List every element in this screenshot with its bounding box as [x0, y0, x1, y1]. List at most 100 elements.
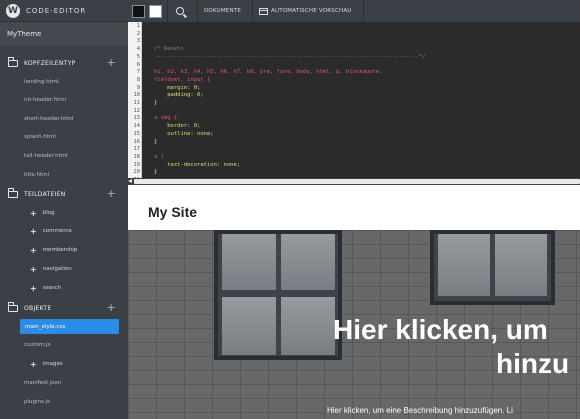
- sidebar: W CODE-EDITOR MyTheme KOPFZEILENTYP + la…: [0, 0, 128, 419]
- line-number: 5: [136, 53, 140, 60]
- hero-title-line-1[interactable]: Hier klicken, um: [333, 314, 580, 346]
- app-brand: W CODE-EDITOR: [0, 0, 128, 22]
- expand-icon[interactable]: +: [30, 209, 37, 218]
- line-number: 4: [136, 46, 140, 53]
- expand-icon[interactable]: +: [30, 360, 37, 369]
- line-number: 20: [133, 169, 140, 176]
- line-number: 7: [136, 69, 140, 76]
- folder-icon: [7, 302, 18, 312]
- line-number: 16: [133, 138, 140, 145]
- folder-item-label: blog: [42, 210, 55, 216]
- preview-icon: [259, 7, 269, 15]
- color-swatch-dark[interactable]: [132, 4, 145, 18]
- section-label: TEILDATEIEN: [24, 190, 66, 198]
- file-item[interactable]: custom.js: [24, 339, 50, 351]
- scroll-left-icon[interactable]: [128, 179, 132, 183]
- horizontal-scrollbar[interactable]: [128, 178, 580, 185]
- line-number: 2: [136, 30, 140, 37]
- toolbar: DOKUMENTE AUTOMATISCHE VORSCHAU: [128, 0, 580, 22]
- documents-button[interactable]: DOKUMENTE: [198, 0, 247, 22]
- site-title[interactable]: My Site: [148, 204, 197, 220]
- auto-preview-label: AUTOMATISCHE VORSCHAU: [271, 8, 352, 14]
- code-line: }: [154, 138, 158, 145]
- section-objekte[interactable]: OBJEKTE +: [0, 300, 128, 316]
- line-number: 10: [133, 92, 140, 99]
- line-number: 18: [133, 153, 140, 160]
- file-item-active[interactable]: main_style.css: [20, 319, 119, 334]
- add-icon[interactable]: +: [106, 56, 116, 70]
- site-header: My Site: [128, 193, 580, 230]
- hero-banner[interactable]: Hier klicken, um hinzu: [128, 230, 580, 419]
- folder-item-label: search: [42, 285, 61, 291]
- add-icon[interactable]: +: [106, 187, 116, 201]
- folder-item[interactable]: + navigation: [30, 263, 72, 275]
- folder-icon: [7, 57, 18, 67]
- line-number: 13: [133, 115, 140, 122]
- line-number: 15: [133, 130, 140, 137]
- file-item[interactable]: title.html: [24, 169, 49, 181]
- line-number: 19: [133, 161, 140, 168]
- code-line: }: [154, 169, 158, 176]
- line-number: 12: [133, 107, 140, 114]
- file-item[interactable]: landing.html: [24, 76, 59, 88]
- line-gutter: 1 2 3 4 5 6 7 8 9 10 11 12 13 14 15 16 1…: [128, 22, 142, 185]
- folder-item[interactable]: + membership: [30, 244, 77, 256]
- hero-description[interactable]: Hier klicken, um eine Beschreibung hinzu…: [327, 406, 513, 415]
- code-line: a img {: [154, 115, 178, 122]
- code-line: margin: 0;: [154, 84, 201, 91]
- folder-item-label: commerce: [42, 228, 72, 234]
- code-line: outline: none;: [154, 130, 214, 137]
- expand-icon[interactable]: +: [30, 284, 37, 293]
- app-title: CODE-EDITOR: [26, 6, 87, 15]
- add-icon[interactable]: +: [106, 301, 116, 315]
- code-line: text-decoration: none;: [154, 161, 241, 168]
- file-item[interactable]: plugins.js: [24, 396, 50, 408]
- folder-item[interactable]: + blog: [30, 207, 55, 219]
- toolbar-divider: [362, 0, 364, 22]
- file-item[interactable]: short-header.html: [24, 113, 73, 125]
- folder-item[interactable]: + search: [30, 282, 61, 294]
- color-swatch-light[interactable]: [149, 4, 162, 18]
- file-item[interactable]: manifest.json: [24, 377, 61, 389]
- expand-icon[interactable]: +: [30, 227, 37, 236]
- code-line: /* Resets: [154, 46, 184, 53]
- file-item[interactable]: splash.html: [24, 131, 56, 143]
- expand-icon[interactable]: +: [30, 265, 37, 274]
- file-item[interactable]: tall-header.html: [24, 150, 68, 162]
- line-number: 1: [136, 23, 140, 29]
- code-line: ----------------------------------------…: [154, 53, 426, 60]
- app-logo-icon: W: [6, 3, 20, 18]
- code-line: border: 0;: [154, 123, 201, 130]
- folder-item-label: images: [42, 361, 63, 367]
- code-editor[interactable]: 1 2 3 4 5 6 7 8 9 10 11 12 13 14 15 16 1…: [128, 22, 580, 185]
- search-icon: [176, 7, 184, 15]
- code-line: fieldset, input {: [154, 76, 211, 83]
- code-line: padding: 0;: [154, 92, 204, 99]
- site-preview[interactable]: My Site Hier klicken, um hinzu Hier klic…: [128, 185, 580, 419]
- theme-name[interactable]: MyTheme: [0, 22, 128, 46]
- line-number: 17: [133, 146, 140, 153]
- section-kopfzeilentyp[interactable]: KOPFZEILENTYP +: [0, 55, 128, 71]
- section-label: KOPFZEILENTYP: [24, 59, 76, 67]
- code-line: h1, h2, h3, h4, h5, h6, h7, h8, pre, for…: [154, 69, 383, 76]
- code-line: }: [154, 100, 158, 106]
- line-number: 6: [136, 61, 140, 68]
- search-button[interactable]: [168, 0, 192, 22]
- folder-item-label: membership: [42, 247, 78, 253]
- line-number: 8: [136, 76, 140, 83]
- section-teildateien[interactable]: TEILDATEIEN +: [0, 186, 128, 202]
- folder-item-label: navigation: [42, 266, 72, 272]
- line-number: 9: [136, 84, 140, 91]
- folder-item[interactable]: + images: [30, 358, 63, 370]
- folder-icon: [7, 188, 18, 198]
- auto-preview-button[interactable]: AUTOMATISCHE VORSCHAU: [253, 0, 358, 22]
- hero-title-line-2[interactable]: hinzu: [496, 348, 569, 380]
- scrollbar-thumb[interactable]: [134, 179, 580, 184]
- code-line: a {: [154, 153, 164, 160]
- line-number: 11: [133, 100, 140, 106]
- line-number: 14: [133, 123, 140, 130]
- expand-icon[interactable]: +: [30, 246, 37, 255]
- line-number: 3: [136, 38, 140, 45]
- file-item[interactable]: no-header.html: [24, 94, 66, 106]
- folder-item[interactable]: + commerce: [30, 225, 72, 237]
